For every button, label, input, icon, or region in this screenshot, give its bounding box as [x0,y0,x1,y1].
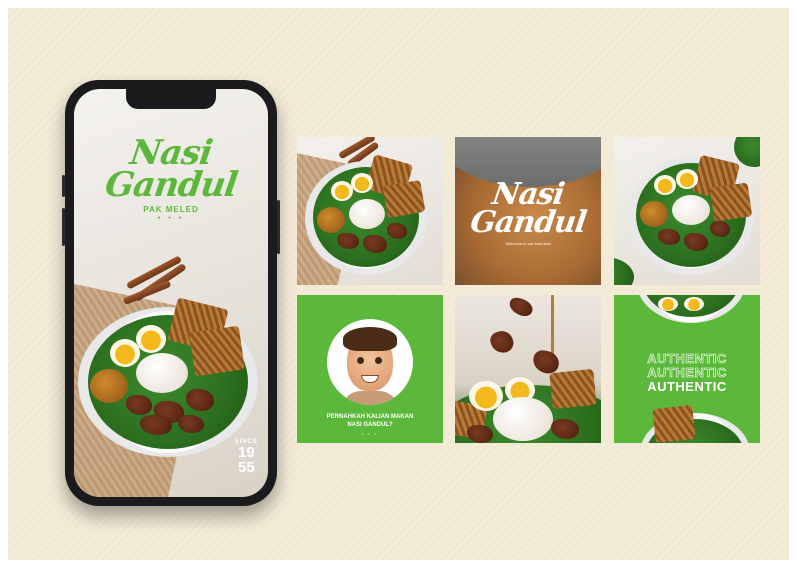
meat-piece [363,235,387,253]
meat-piece [178,415,204,433]
soup-brand-logo: Nasi Gandul Welcome to our food stall [455,177,601,246]
grid-tile-pour [455,295,601,443]
krecek-cracker [709,182,753,222]
phone-side-button [62,208,65,246]
falling-meat [530,348,562,376]
krecek-cracker [189,325,245,377]
boiled-egg [351,173,373,193]
krecek-cracker [549,368,597,410]
perkedel [640,201,668,227]
boiled-egg [654,175,676,195]
authentic-word-solid: AUTHENTIC [647,379,727,394]
phone-notch [126,89,216,109]
meat-piece [387,223,407,239]
grid-tile-food-2 [614,137,760,285]
rice-mound [672,195,710,225]
boiled-egg [684,297,704,311]
brand-title-line2: Gandul [102,165,240,205]
krecek-cracker [382,179,426,219]
phone-side-button [62,175,65,197]
authentic-word-outline: AUTHENTIC [647,351,727,367]
boiled-egg [676,169,698,189]
meat-piece [658,229,680,245]
rice-mound [349,199,385,229]
perkedel [90,369,128,403]
falling-meat [488,328,516,356]
boiled-egg [136,325,166,353]
avatar-eye [375,357,382,364]
authentic-word-outline: AUTHENTIC [647,365,727,381]
boiled-egg [331,181,353,201]
question-line1: PERNAHKAH KALIAN MAKAN [326,414,414,420]
since-badge: SINCE 19 55 [235,439,258,475]
meat-piece [710,221,730,237]
brand-logo: Nasi Gandul PAK MELED • • • [74,133,268,222]
boiled-egg [110,339,140,367]
rice-mound [136,353,188,393]
grid-tile-food-1 [297,137,443,285]
phone-mockup: Nasi Gandul PAK MELED • • • SINCE 19 55 [62,80,280,506]
avatar-hair [343,327,397,351]
brand-subtitle: PAK MELED [143,205,199,214]
boiled-egg [658,297,678,311]
meat-piece [186,389,214,411]
avatar-eye [357,357,364,364]
banana-leaf-edge [734,137,760,167]
meat-piece [126,395,152,415]
grid-tile-soup-logo: Nasi Gandul Welcome to our food stall [455,137,601,285]
phone-power-button [277,200,280,254]
memoji-avatar [327,319,413,405]
grid-tile-authentic: AUTHENTIC AUTHENTIC AUTHENTIC [614,295,760,443]
perkedel [317,207,345,233]
falling-meat [506,295,536,319]
phone-screen: Nasi Gandul PAK MELED • • • SINCE 19 55 [74,89,268,497]
meat-piece [337,233,359,249]
question-line2: NASI GANDUL? [347,422,393,428]
meat-piece [467,425,493,443]
mockup-canvas: Nasi Gandul PAK MELED • • • SINCE 19 55 … [8,8,789,560]
banana-leaf-edge [614,257,634,285]
meat-piece [684,233,708,251]
soup-tagline: Welcome to our food stall [505,241,551,246]
brand-dots: • • • [157,215,185,222]
since-year-bottom: 55 [237,459,255,476]
krecek-cracker [652,405,696,443]
avatar-shirt [341,391,399,405]
question-dots: • • • [361,431,379,436]
question-text: PERNAHKAH KALIAN MAKAN NASI GANDUL? [297,413,443,429]
rice-mound [493,397,553,441]
grid-tile-avatar: PERNAHKAH KALIAN MAKAN NASI GANDUL? • • … [297,295,443,443]
soup-brand-line2: Gandul [468,205,589,240]
since-year-top: 19 [237,444,255,461]
